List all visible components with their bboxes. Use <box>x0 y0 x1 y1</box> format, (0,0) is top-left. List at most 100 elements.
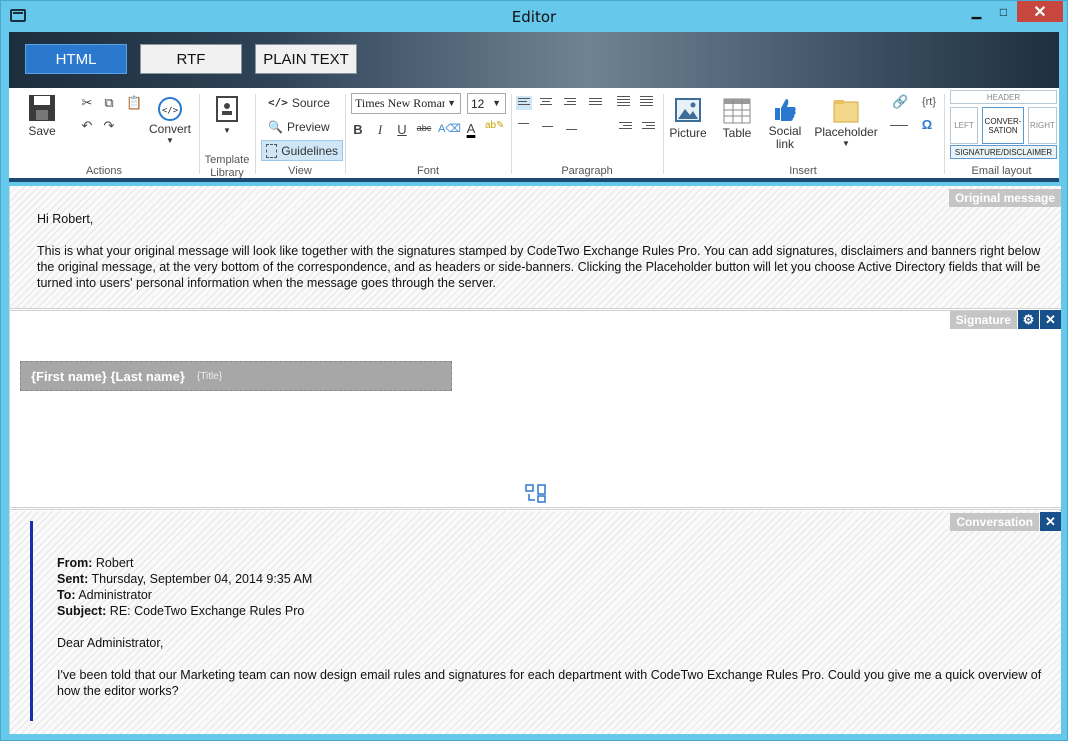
horizontal-line-icon[interactable] <box>890 118 908 126</box>
close-icon: ✕ <box>1045 311 1056 327</box>
align-center-icon[interactable] <box>540 98 556 112</box>
source-button[interactable]: </> Source <box>264 92 334 113</box>
hyperlink-icon[interactable]: 🔗 <box>892 95 908 109</box>
thumbs-up-icon <box>775 99 796 121</box>
copy-icon[interactable]: ⧉ <box>102 96 116 110</box>
highlight-icon[interactable]: ab✎ <box>485 120 505 131</box>
signature-title: {Title} <box>196 370 223 382</box>
signature-name: {First name} {Last name} <box>31 368 185 384</box>
valign-top-icon[interactable] <box>518 123 534 137</box>
font-family-select[interactable]: Times New Roman ▼ <box>351 93 461 114</box>
picture-button[interactable]: Picture <box>669 98 707 140</box>
conversation-section: Conversation ✕ From: Robert Sent: Thursd… <box>10 511 1061 734</box>
signature-remove-button[interactable]: ✕ <box>1040 310 1061 329</box>
template-library-label: Template Library <box>204 154 250 179</box>
outdent-icon[interactable] <box>619 122 635 136</box>
table-button[interactable]: Table <box>722 98 752 140</box>
conversation-subject: Subject: RE: CodeTwo Exchange Rules Pro <box>57 604 305 618</box>
save-icon <box>29 95 55 121</box>
font-color-icon[interactable]: A <box>462 121 480 136</box>
strikethrough-icon[interactable]: abc <box>415 123 433 133</box>
font-size-select[interactable]: 12 ▼ <box>467 93 506 114</box>
template-library-button[interactable]: ▼ <box>207 96 247 135</box>
move-section-icon[interactable] <box>525 483 547 505</box>
underline-icon[interactable]: U <box>393 122 411 137</box>
format-bar: HTML RTF PLAIN TEXT <box>9 32 1059 88</box>
undo-icon[interactable]: ↶ <box>80 119 94 133</box>
ribbon: Save ✂ ⧉ 📋 ↶ ↷ </> Convert ▼ Actions ▼ T… <box>9 88 1059 182</box>
italic-icon[interactable]: I <box>371 122 389 138</box>
convert-button[interactable]: </> Convert ▼ <box>149 96 191 145</box>
close-icon: ✕ <box>1045 513 1056 529</box>
email-layout-group-label: Email layout <box>971 165 1032 177</box>
clear-format-icon[interactable]: A⌫ <box>438 122 461 135</box>
bulleted-list-icon[interactable] <box>617 96 633 110</box>
convert-icon: </> <box>158 97 182 121</box>
align-right-icon[interactable] <box>564 98 580 112</box>
tab-rtf[interactable]: RTF <box>140 44 242 74</box>
original-body: This is what your original message will … <box>37 244 1041 290</box>
signature-section[interactable]: Signature ⚙ ✕ {First name} {Last name} {… <box>10 310 1061 507</box>
conversation-body: I've been told that our Marketing team c… <box>57 668 1042 698</box>
close-button[interactable]: ✕ <box>1017 1 1063 22</box>
minimize-button[interactable]: ▁ <box>963 1 990 22</box>
layout-right[interactable]: RIGHT <box>1028 107 1057 144</box>
title-bar: Editor ▁ □ ✕ <box>1 1 1067 31</box>
signature-settings-button[interactable]: ⚙ <box>1018 310 1039 329</box>
justify-icon[interactable] <box>589 98 605 112</box>
source-icon: </> <box>268 96 288 109</box>
svg-text:</>: </> <box>162 106 179 116</box>
bold-icon[interactable]: B <box>349 122 367 137</box>
paste-icon[interactable]: 📋 <box>126 96 142 110</box>
conversation-tag: Conversation <box>950 513 1039 531</box>
indent-icon[interactable] <box>642 122 658 136</box>
preview-icon: 🔍 <box>268 119 283 134</box>
redo-icon[interactable]: ↷ <box>102 119 116 133</box>
valign-middle-icon[interactable] <box>542 126 558 140</box>
tab-plain-text[interactable]: PLAIN TEXT <box>255 44 357 74</box>
guidelines-icon <box>266 143 278 158</box>
view-group-label: View <box>288 165 312 177</box>
paragraph-group-label: Paragraph <box>561 165 613 177</box>
insert-group-label: Insert <box>789 165 817 177</box>
window-title: Editor <box>511 8 557 26</box>
cut-icon[interactable]: ✂ <box>80 96 94 110</box>
social-link-button[interactable]: Social link <box>767 96 803 151</box>
maximize-button[interactable]: □ <box>990 1 1017 22</box>
numbered-list-icon[interactable] <box>640 96 656 110</box>
guidelines-button[interactable]: Guidelines <box>261 140 343 161</box>
actions-group-label: Actions <box>85 165 123 177</box>
conversation-greeting: Dear Administrator, <box>57 636 164 650</box>
table-icon <box>723 98 751 124</box>
omega-icon[interactable]: Ω <box>920 118 934 132</box>
placeholder-rt-icon[interactable]: {rt} <box>919 95 939 109</box>
save-label: Save <box>28 124 56 138</box>
layout-header[interactable]: HEADER <box>950 90 1057 104</box>
original-message-section: Original message Hi Robert, This is what… <box>10 186 1061 308</box>
picture-icon <box>675 98 701 122</box>
chevron-down-icon: ▼ <box>492 98 501 108</box>
valign-bottom-icon[interactable] <box>566 129 582 143</box>
layout-left[interactable]: LEFT <box>950 107 978 144</box>
placeholder-button[interactable]: Placeholder ▼ <box>814 98 878 148</box>
original-greeting: Hi Robert, <box>37 212 94 226</box>
conversation-remove-button[interactable]: ✕ <box>1040 512 1061 531</box>
editor-canvas[interactable]: Original message Hi Robert, This is what… <box>9 186 1061 734</box>
layout-conversation[interactable]: CONVER-SATION <box>982 107 1024 144</box>
placeholder-icon <box>833 100 859 123</box>
chevron-down-icon: ▼ <box>447 98 456 108</box>
signature-tag: Signature <box>949 311 1017 329</box>
conversation-sent: Sent: Thursday, September 04, 2014 9:35 … <box>57 572 313 586</box>
editor-window: Editor ▁ □ ✕ HTML RTF PLAIN TEXT Save ✂ … <box>0 0 1068 741</box>
template-library-icon <box>216 96 238 122</box>
align-left-icon[interactable] <box>516 96 532 110</box>
save-button[interactable]: Save <box>25 94 59 138</box>
signature-block[interactable]: {First name} {Last name} {Title} <box>20 361 452 391</box>
convert-label: Convert <box>148 122 192 136</box>
preview-button[interactable]: 🔍 Preview <box>264 116 334 137</box>
tab-html[interactable]: HTML <box>25 44 127 74</box>
original-message-tag: Original message <box>948 189 1061 207</box>
layout-signature-disclaimer[interactable]: SIGNATURE/DISCLAIMER <box>950 145 1057 159</box>
quote-bar <box>30 521 33 721</box>
font-group-label: Font <box>416 165 439 177</box>
